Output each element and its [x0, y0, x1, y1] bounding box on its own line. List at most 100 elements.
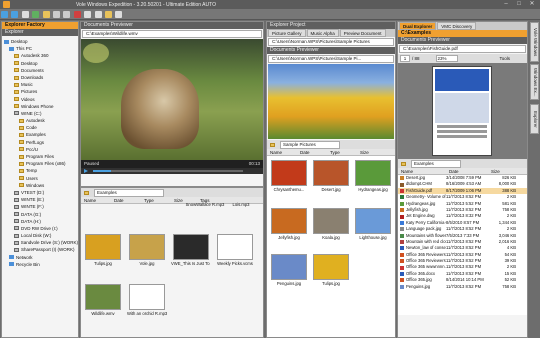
file-type-icon — [400, 272, 404, 277]
picture-thumbnail[interactable]: Koala.jpg — [311, 208, 351, 240]
folder-icon[interactable] — [42, 11, 50, 18]
tree-item[interactable]: DATA (H:) — [2, 218, 78, 225]
file-thumbnail[interactable]: Tulips.jpg — [83, 234, 123, 266]
tree-item[interactable]: Windows — [2, 182, 78, 189]
tree-item[interactable]: PerfLogs — [2, 139, 78, 146]
tab-0[interactable]: Dual Explorer — [399, 22, 437, 30]
tree-item[interactable]: Recycle Bin — [2, 261, 78, 268]
picture-thumbnail[interactable]: Lighthouse.jpg — [353, 208, 393, 240]
search-icon[interactable] — [115, 11, 123, 18]
file-thumbnail[interactable]: Weekly Picks.vcms — [215, 234, 255, 266]
column-header[interactable]: Date — [111, 197, 141, 203]
tree-item[interactable]: Music — [2, 81, 78, 88]
pdf-zoom-select[interactable]: 23% — [435, 55, 458, 62]
tree-item[interactable]: WINTE (F:) — [2, 203, 78, 210]
side-tab[interactable]: Explorer — [530, 104, 539, 134]
examples-folder-combo[interactable]: Examples — [94, 188, 164, 197]
tree-item[interactable]: SharePassport (I) (WORK) — [2, 246, 78, 253]
pdf-page-input[interactable]: 1 — [400, 55, 410, 62]
minimize-icon[interactable]: – — [500, 1, 512, 8]
maximize-icon[interactable]: □ — [513, 1, 525, 8]
tab-0[interactable]: Picture Gallery — [268, 29, 306, 37]
forward-icon[interactable] — [11, 11, 19, 18]
picture-thumbnail[interactable]: Chrysanthemu... — [269, 160, 309, 192]
sample-pictures-combo[interactable]: Sample Pictures — [280, 140, 340, 149]
tree-item[interactable]: Network — [2, 254, 78, 261]
tree-item[interactable]: Temp — [2, 167, 78, 174]
picture-thumbnail[interactable]: Hydrangeas.jpg — [353, 160, 393, 192]
tree-item[interactable]: WINTE (E:) — [2, 196, 78, 203]
tree-item[interactable]: Program Files (x86) — [2, 160, 78, 167]
column-header[interactable]: Name — [398, 168, 446, 174]
side-tab[interactable]: Vole Windows — [530, 22, 539, 62]
tree-item[interactable]: Desktop — [2, 38, 78, 45]
file-thumbnail[interactable]: Wildlife.wmv — [83, 284, 123, 316]
tree-item[interactable]: Code — [2, 124, 78, 131]
settings-icon[interactable] — [94, 11, 102, 18]
tree-item[interactable]: Desktop — [2, 60, 78, 67]
pdf-tools-button[interactable]: Tools — [500, 56, 511, 61]
project-address-bar[interactable]: C:\Users\Norman.WPS\Pictures\Sample Pict… — [268, 38, 394, 46]
play-icon[interactable] — [84, 169, 88, 173]
copy-icon[interactable] — [52, 11, 60, 18]
video-seek-slider[interactable] — [93, 170, 243, 172]
tab-1[interactable]: Music Alpha — [306, 29, 339, 37]
column-header[interactable]: Size — [488, 168, 516, 174]
tree-item[interactable]: WINE (C:) — [2, 110, 78, 117]
tree-item[interactable]: Documents — [2, 67, 78, 74]
tree-item[interactable]: Sandvole Drive (S:) (WORK) — [2, 239, 78, 246]
back-icon[interactable] — [1, 11, 8, 18]
tab-1[interactable]: VMC Discovery — [437, 22, 477, 30]
bookmark-icon[interactable] — [104, 11, 112, 18]
tree-item[interactable]: DATA (G:) — [2, 211, 78, 218]
project-preview-address[interactable]: C:\Users\Norman.WPS\Pictures\Sample Pi..… — [268, 55, 394, 63]
refresh-icon[interactable] — [32, 11, 40, 18]
picture-thumbnail[interactable]: Penguins.jpg — [269, 254, 309, 286]
tree-item-label: Videos — [21, 96, 35, 102]
tree-item[interactable]: Windows Phone — [2, 103, 78, 110]
tree-item[interactable]: VTEST (D:) — [2, 189, 78, 196]
close-icon[interactable]: ✕ — [526, 1, 538, 8]
tree-item[interactable]: DVD RW Drive (I:) — [2, 225, 78, 232]
picture-thumbnail[interactable]: Tulips.jpg — [311, 254, 351, 286]
preview-address-bar[interactable]: C:\Examples\Wildlife.wmv — [82, 30, 262, 38]
column-header[interactable]: Date — [446, 168, 488, 174]
picture-thumbnail[interactable]: Desert.jpg — [311, 160, 351, 192]
picture-thumbnail[interactable]: Jellyfish.jpg — [269, 208, 309, 240]
drive-icon — [14, 204, 19, 209]
up-icon[interactable] — [21, 11, 29, 18]
column-header[interactable]: Name — [267, 149, 297, 155]
tree-item-label: Autodesk 360 — [21, 53, 49, 59]
tree-item-label: Desktop — [21, 60, 38, 66]
column-header[interactable]: Type — [141, 197, 171, 203]
tree-item[interactable]: This PC — [2, 45, 78, 52]
tree-item[interactable]: Autodesk — [2, 117, 78, 124]
file-thumbnail[interactable]: SnowWallace R.mp3 — [185, 202, 225, 207]
file-thumbnail[interactable]: With an orchid R.mp3 — [127, 284, 167, 316]
file-thumbnail[interactable]: Lois.mp3 — [221, 202, 261, 207]
tree-item[interactable]: Videos — [2, 96, 78, 103]
delete-icon[interactable] — [73, 11, 81, 18]
dual-examples-combo[interactable]: Examples — [411, 159, 461, 168]
folder-icon — [84, 190, 89, 195]
dual-preview-address[interactable]: C:\Examples\FishGuide.pdf — [399, 45, 526, 53]
tree-item[interactable]: Local Disk (W:) — [2, 232, 78, 239]
file-row[interactable]: Penguins.jpg 11/7/2013 8:52 PM 758 KB — [398, 284, 527, 290]
tree-item[interactable]: Pictures — [2, 88, 78, 95]
file-thumbnail[interactable]: Vole.jpg — [127, 234, 167, 266]
view-icon[interactable] — [84, 11, 92, 18]
column-header[interactable]: Size — [357, 149, 387, 155]
column-header[interactable]: Type — [327, 149, 357, 155]
tree-item[interactable]: Examples — [2, 131, 78, 138]
column-header[interactable]: Name — [81, 197, 111, 203]
tree-item[interactable]: Autodesk 360 — [2, 52, 78, 59]
tree-item[interactable]: Program Files — [2, 153, 78, 160]
column-header[interactable]: Date — [297, 149, 327, 155]
side-tab[interactable]: Windows Ex... — [530, 64, 539, 100]
file-thumbnail[interactable]: VWE_This Is Just To Say.mp4 — [171, 234, 211, 266]
tab-2[interactable]: Preview Document — [339, 29, 386, 37]
tree-item[interactable]: Pcc/U — [2, 146, 78, 153]
paste-icon[interactable] — [63, 11, 71, 18]
tree-item[interactable]: Downloads — [2, 74, 78, 81]
tree-item[interactable]: Users — [2, 175, 78, 182]
